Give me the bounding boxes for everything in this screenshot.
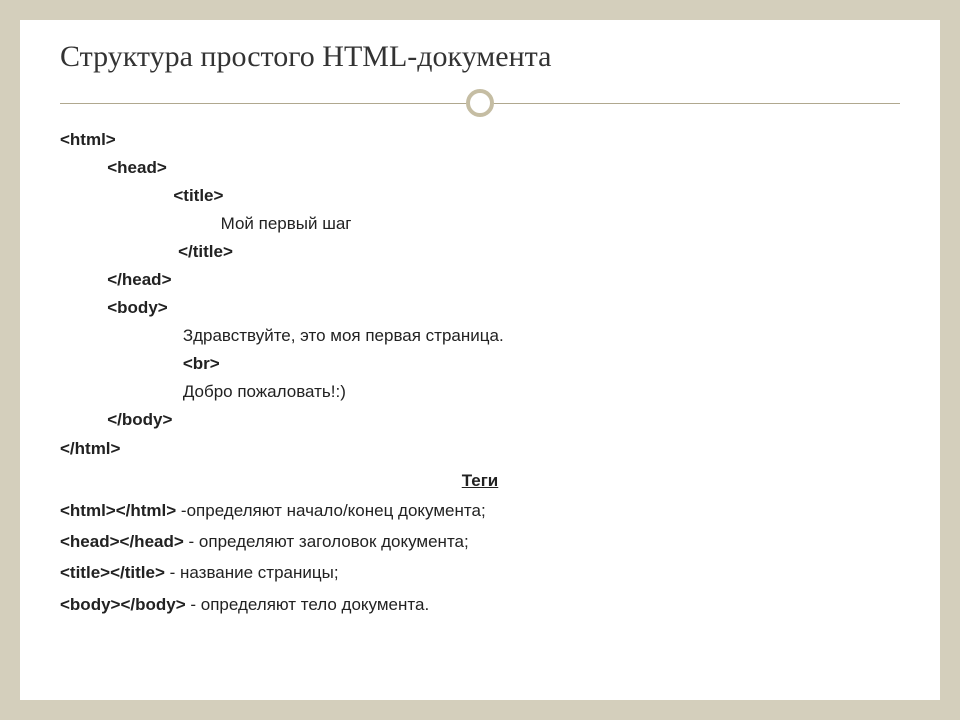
slide-container: Структура простого HTML-документа <html>…	[20, 20, 940, 700]
code-body-open: <body>	[60, 294, 900, 322]
code-body-text2: Добро пожаловать!:)	[60, 378, 900, 406]
code-head-close: </head>	[60, 266, 900, 294]
divider-circle-icon	[466, 89, 494, 117]
tags-heading: Теги	[60, 467, 900, 495]
code-br: <br>	[60, 350, 900, 378]
code-body-open-tag: <body>	[107, 298, 167, 317]
tag-title-tags: <title></title>	[60, 563, 165, 582]
tag-desc-html: <html></html> -определяют начало/конец д…	[60, 495, 900, 526]
content-area: <html> <head> <title> Мой первый шаг </t…	[60, 126, 900, 620]
divider	[60, 88, 900, 118]
tag-desc-head: <head></head> - определяют заголовок док…	[60, 526, 900, 557]
code-title-close: </title>	[60, 238, 900, 266]
code-title-open-tag: <title>	[173, 186, 223, 205]
tag-html-tags: <html></html>	[60, 501, 176, 520]
code-body-content1: Здравствуйте, это моя первая страница.	[183, 326, 504, 345]
code-title-open: <title>	[60, 182, 900, 210]
slide-title: Структура простого HTML-документа	[60, 40, 900, 74]
code-title-content: Мой первый шаг	[221, 214, 352, 233]
code-head-close-tag: </head>	[107, 270, 171, 289]
tag-head-desc: - определяют заголовок документа;	[184, 532, 469, 551]
tag-desc-body: <body></body> - определяют тело документ…	[60, 589, 900, 620]
code-html-open: <html>	[60, 126, 900, 154]
code-title-text: Мой первый шаг	[60, 210, 900, 238]
tag-title-desc: - название страницы;	[165, 563, 339, 582]
code-body-content2: Добро пожаловать!:)	[183, 382, 346, 401]
code-body-close-tag: </body>	[107, 410, 172, 429]
tag-html-desc: -определяют начало/конец документа;	[176, 501, 485, 520]
tag-desc-title: <title></title> - название страницы;	[60, 557, 900, 588]
code-body-close: </body>	[60, 406, 900, 434]
code-head-open: <head>	[60, 154, 900, 182]
code-body-text1: Здравствуйте, это моя первая страница.	[60, 322, 900, 350]
tag-body-desc: - определяют тело документа.	[186, 595, 430, 614]
code-html-close: </html>	[60, 435, 900, 463]
code-br-tag: <br>	[183, 354, 220, 373]
tag-head-tags: <head></head>	[60, 532, 184, 551]
code-title-close-tag: </title>	[178, 242, 233, 261]
tag-body-tags: <body></body>	[60, 595, 186, 614]
code-head-open-tag: <head>	[107, 158, 167, 177]
